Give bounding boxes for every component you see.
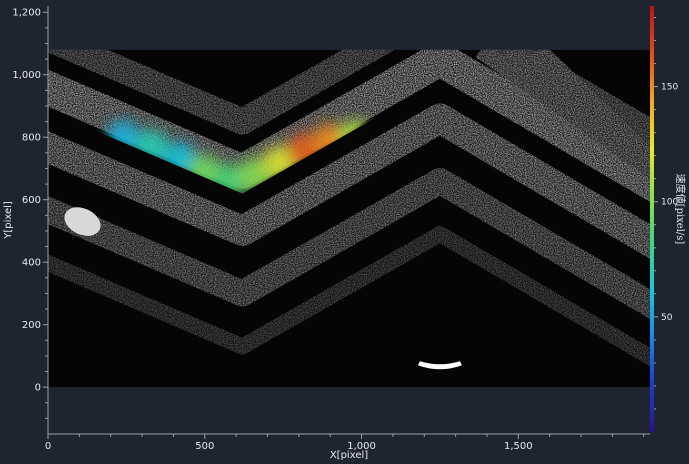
x-tick-label: 0	[45, 441, 51, 452]
y-tick-label: 600	[22, 195, 41, 206]
colorbar-scale	[650, 6, 654, 432]
y-tick-label: 1,200	[12, 8, 41, 19]
y-tick-label: 400	[22, 258, 41, 269]
y-axis: 0 200 400 600 800 1,000 1,200	[12, 6, 49, 434]
y-tick-label: 800	[22, 133, 41, 144]
y-tick-label: 200	[22, 320, 41, 331]
y-axis-title: Y[pixel]	[3, 201, 14, 240]
y-tick-label: 0	[35, 383, 41, 394]
x-tick-label: 1,500	[504, 441, 533, 452]
x-tick-label: 500	[195, 441, 214, 452]
y-tick-label: 1,000	[12, 70, 41, 81]
velocity-heatmap-chart: 02004006008001,0001,200 0 500 1,000 1,500 Y…	[3, 6, 687, 461]
particle-image	[48, 49, 650, 388]
colorbar-title: 速度値[pixel/s]	[674, 174, 687, 245]
x-axis-title: X[pixel]	[330, 450, 368, 461]
colorbar-tick-label: 50	[661, 313, 673, 323]
colorbar: 50100150 速度値[pixel/s]	[650, 6, 687, 432]
colorbar-tick-label: 150	[661, 83, 678, 93]
